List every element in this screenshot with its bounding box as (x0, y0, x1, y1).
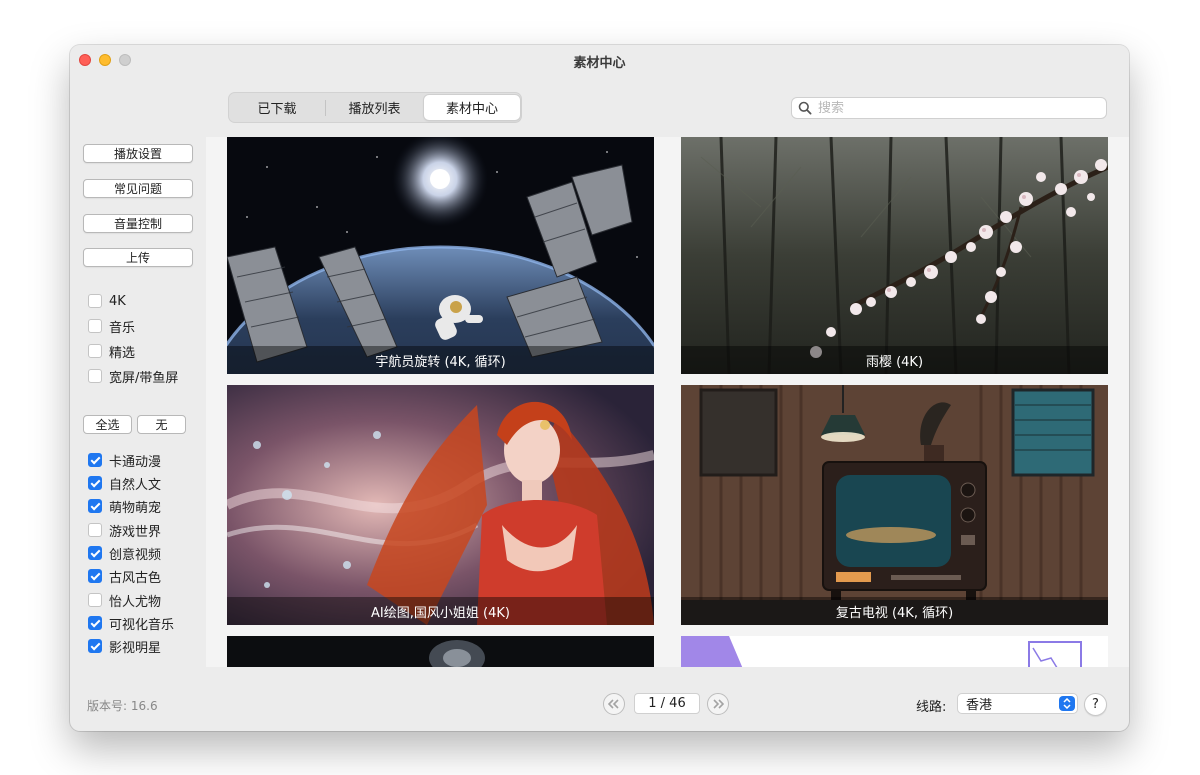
page-indicator[interactable]: 1 / 46 (634, 693, 700, 714)
category-cartoon[interactable]: 卡通动漫 (88, 451, 162, 470)
category-nature[interactable]: 自然人文 (88, 474, 162, 493)
filter-label: 精选 (109, 345, 136, 361)
card-caption: AI绘图,国风小姐姐 (4K) (227, 597, 654, 625)
select-all-button[interactable]: 全选 (83, 415, 132, 434)
double-chevron-left-icon (608, 699, 619, 709)
checkbox[interactable] (88, 546, 102, 560)
sakura-thumbnail (681, 137, 1108, 374)
next-page-button[interactable] (707, 693, 729, 715)
category-label: 古风古色 (109, 570, 162, 586)
wallpaper-card-astronaut[interactable]: 宇航员旋转 (4K, 循环) (227, 137, 654, 374)
filter-label: 宽屏/带鱼屏 (109, 370, 179, 386)
filter-music[interactable]: 音乐 (88, 317, 136, 336)
version-label: 版本号: 16.6 (87, 699, 158, 713)
filter-widescreen[interactable]: 宽屏/带鱼屏 (88, 367, 179, 386)
checkbox[interactable] (88, 569, 102, 583)
double-chevron-right-icon (713, 699, 724, 709)
dark-thumbnail (227, 636, 654, 667)
wallpaper-card-dark[interactable] (227, 636, 654, 667)
filter-4k[interactable]: 4K (88, 292, 126, 310)
prev-page-button[interactable] (603, 693, 625, 715)
filter-label: 音乐 (109, 320, 136, 336)
category-visual-music[interactable]: 可视化音乐 (88, 614, 175, 633)
tab-downloaded[interactable]: 已下载 (231, 95, 323, 120)
search-icon (798, 101, 812, 115)
tab-playlist[interactable]: 播放列表 (327, 95, 422, 120)
category-film-stars[interactable]: 影视明星 (88, 637, 162, 656)
astronaut-thumbnail (227, 137, 654, 374)
window-title: 素材中心 (573, 56, 626, 71)
view-tabs: 已下载 播放列表 素材中心 (228, 92, 522, 123)
card-caption: 雨樱 (4K) (681, 346, 1108, 374)
retro-tv-thumbnail (681, 385, 1108, 625)
help-button[interactable]: ? (1084, 693, 1107, 716)
filter-featured[interactable]: 精选 (88, 342, 136, 361)
wallpaper-card-purple[interactable] (681, 636, 1108, 667)
ai-girl-thumbnail (227, 385, 654, 625)
category-games[interactable]: 游戏世界 (88, 521, 162, 540)
category-label: 游戏世界 (109, 524, 162, 540)
checkbox[interactable] (88, 616, 102, 630)
wallpaper-card-ai-girl[interactable]: AI绘图,国风小姐姐 (4K) (227, 385, 654, 625)
route-select[interactable]: 香港 (957, 693, 1078, 714)
wallpaper-card-sakura[interactable]: 雨樱 (4K) (681, 137, 1108, 374)
select-none-button[interactable]: 无 (137, 415, 186, 434)
category-label: 卡通动漫 (109, 454, 162, 470)
title-bar[interactable]: 素材中心 (70, 45, 1129, 75)
category-beauty[interactable]: 怡人尤物 (88, 591, 162, 610)
checkbox[interactable] (88, 593, 102, 607)
category-label: 创意视频 (109, 547, 162, 563)
route-value: 香港 (966, 698, 993, 713)
search-input[interactable] (818, 100, 1098, 116)
faq-button[interactable]: 常见问题 (83, 179, 193, 198)
checkbox[interactable] (88, 476, 102, 490)
checkbox[interactable] (88, 319, 102, 333)
tab-material-center[interactable]: 素材中心 (424, 95, 520, 120)
category-label: 影视明星 (109, 640, 162, 656)
search-box[interactable] (791, 97, 1107, 119)
category-label: 萌物萌宠 (109, 500, 162, 516)
category-label: 自然人文 (109, 477, 162, 493)
checkbox[interactable] (88, 294, 102, 308)
checkbox[interactable] (88, 499, 102, 513)
wallpaper-card-retro-tv[interactable]: 复古电视 (4K, 循环) (681, 385, 1108, 625)
category-label: 怡人尤物 (109, 594, 162, 610)
checkbox[interactable] (88, 344, 102, 358)
category-ancient-style[interactable]: 古风古色 (88, 567, 162, 586)
chevron-up-down-icon (1059, 696, 1075, 711)
checkbox[interactable] (88, 369, 102, 383)
checkbox[interactable] (88, 453, 102, 467)
card-caption: 复古电视 (4K, 循环) (681, 597, 1108, 625)
purple-thumbnail (681, 636, 1108, 667)
checkbox[interactable] (88, 523, 102, 537)
playback-settings-button[interactable]: 播放设置 (83, 144, 193, 163)
category-pets[interactable]: 萌物萌宠 (88, 497, 162, 516)
route-label: 线路: (916, 700, 947, 715)
card-caption: 宇航员旋转 (4K, 循环) (227, 346, 654, 374)
volume-control-button[interactable]: 音量控制 (83, 214, 193, 233)
category-creative[interactable]: 创意视频 (88, 544, 162, 563)
tab-divider (325, 100, 326, 116)
checkbox[interactable] (88, 639, 102, 653)
app-window: 素材中心 已下载 播放列表 素材中心 播放设置 常见问题 音量控制 上传 4K … (70, 45, 1129, 731)
category-label: 可视化音乐 (109, 617, 175, 633)
wallpaper-grid[interactable]: 宇航员旋转 (4K, 循环) 雨樱 (4K) AI绘图,国风小姐姐 (4K) 复… (206, 137, 1129, 667)
upload-button[interactable]: 上传 (83, 248, 193, 267)
filter-label: 4K (109, 293, 126, 309)
